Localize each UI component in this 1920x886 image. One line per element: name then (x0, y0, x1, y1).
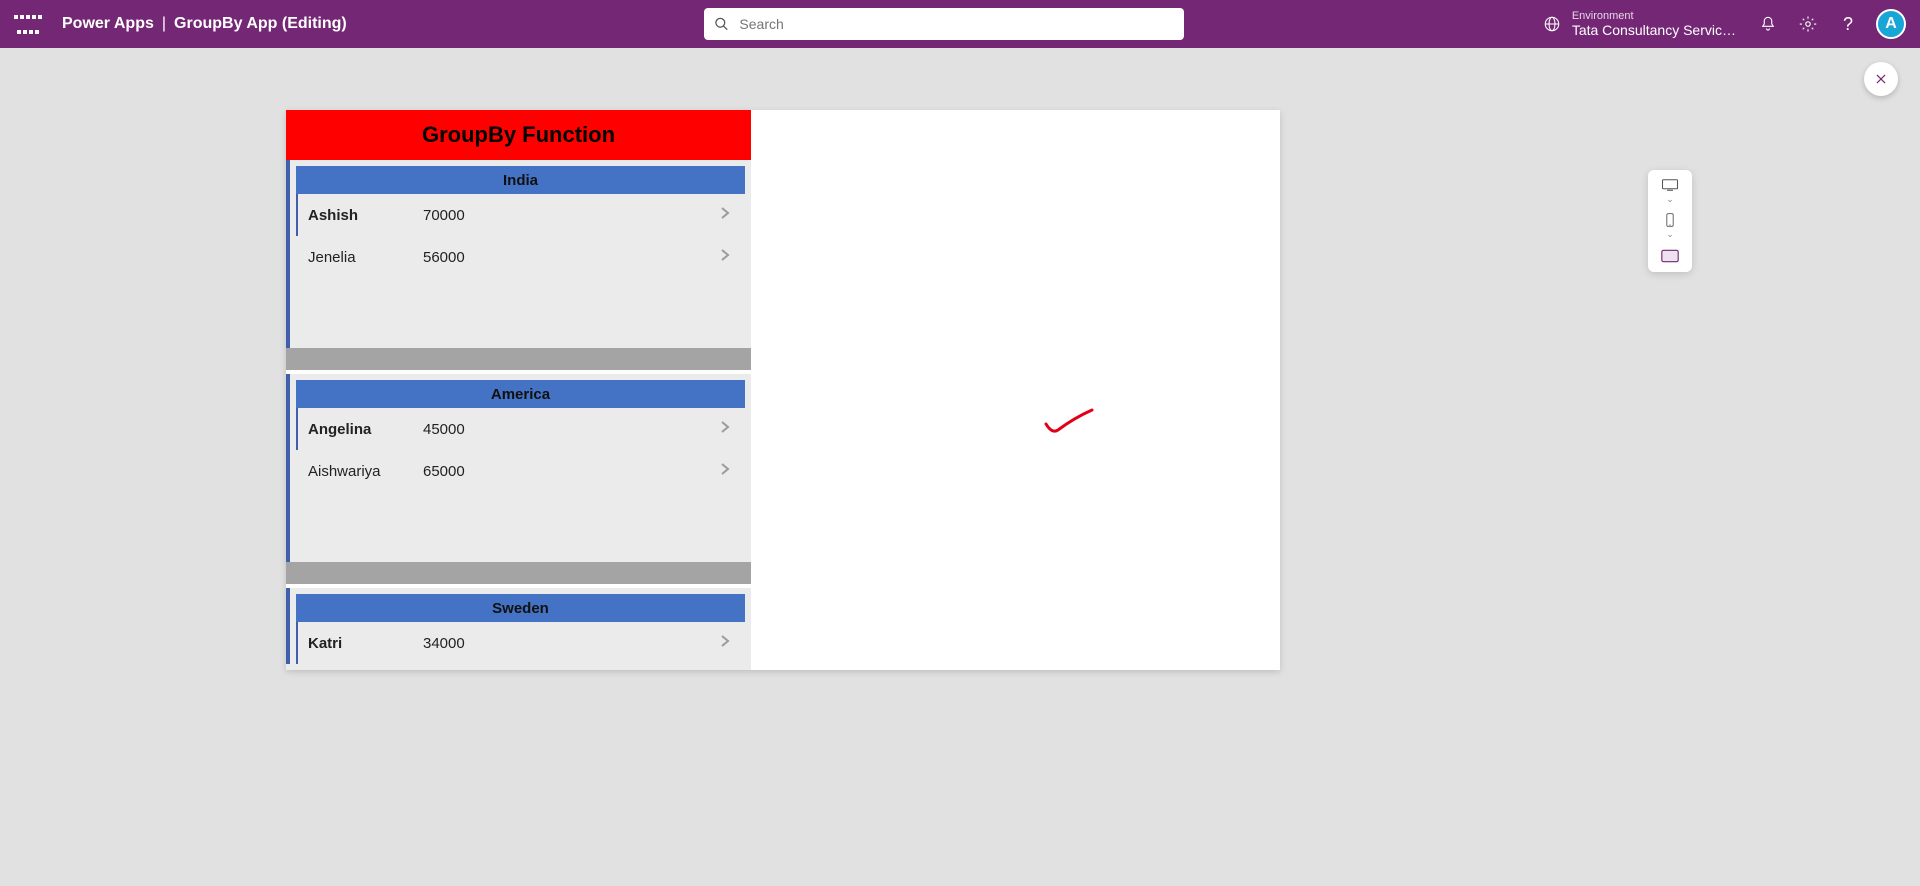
mobile-preview-button[interactable]: ⌄ (1648, 213, 1692, 240)
environment-name: Tata Consultancy Servic… (1572, 22, 1736, 38)
notifications-button[interactable] (1748, 4, 1788, 44)
group-list[interactable]: India Ashish 70000 Jenelia 56000 (286, 160, 751, 670)
chevron-right-icon (719, 206, 731, 224)
desktop-preview-button[interactable]: ⌄ (1648, 178, 1692, 205)
list-item[interactable]: Aishwariya 65000 (296, 450, 745, 492)
person-name: Katri (308, 635, 423, 652)
search-input[interactable] (739, 16, 1174, 32)
ink-annotation-checkmark (1044, 408, 1094, 443)
preview-canvas: GroupBy Function India Ashish 70000 Jene… (286, 110, 1280, 670)
chevron-down-icon: ⌄ (1666, 194, 1674, 205)
title-divider: | (162, 15, 166, 33)
person-value: 70000 (423, 207, 465, 224)
list-item[interactable]: Angelina 45000 (296, 408, 745, 450)
app-banner: GroupBy Function (286, 110, 751, 160)
help-button[interactable]: ? (1828, 4, 1868, 44)
list-item[interactable]: Katri 34000 (296, 622, 745, 664)
person-name: Angelina (308, 421, 423, 438)
chevron-down-icon: ⌄ (1666, 229, 1674, 240)
chevron-right-icon (719, 248, 731, 266)
chevron-right-icon (719, 462, 731, 480)
list-item[interactable]: Ashish 70000 (296, 194, 745, 236)
person-name: Ashish (308, 207, 423, 224)
person-value: 56000 (423, 249, 465, 266)
list-item[interactable]: Jenelia 56000 (296, 236, 745, 278)
chevron-right-icon (719, 420, 731, 438)
country-block: Sweden Katri 34000 (286, 584, 751, 664)
person-name: Jenelia (308, 249, 423, 266)
search-icon (714, 16, 729, 32)
device-preview-panel: ⌄ ⌄ (1648, 170, 1692, 272)
settings-button[interactable] (1788, 4, 1828, 44)
search-box[interactable] (704, 8, 1184, 40)
product-name: Power Apps (62, 15, 154, 33)
app-title: GroupBy App (Editing) (174, 15, 347, 33)
person-value: 65000 (423, 463, 465, 480)
close-preview-button[interactable] (1864, 62, 1898, 96)
environment-selector[interactable]: Environment Tata Consultancy Servic… (1542, 10, 1736, 38)
country-header: India (296, 166, 745, 194)
chevron-right-icon (719, 634, 731, 652)
country-header: Sweden (296, 594, 745, 622)
country-header: America (296, 380, 745, 408)
country-block: India Ashish 70000 Jenelia 56000 (286, 160, 751, 370)
waffle-menu-icon[interactable] (14, 10, 42, 38)
country-block: America Angelina 45000 Aishwariya 65000 (286, 370, 751, 584)
person-value: 45000 (423, 421, 465, 438)
user-avatar[interactable]: A (1876, 9, 1906, 39)
top-bar: Power Apps | GroupBy App (Editing) Envir… (0, 0, 1920, 48)
environment-label: Environment (1572, 10, 1736, 22)
person-name: Aishwariya (308, 463, 423, 480)
tablet-preview-button[interactable] (1648, 248, 1692, 264)
globe-icon (1542, 14, 1562, 34)
person-value: 34000 (423, 635, 465, 652)
app-shell: GroupBy Function India Ashish 70000 Jene… (286, 110, 751, 670)
